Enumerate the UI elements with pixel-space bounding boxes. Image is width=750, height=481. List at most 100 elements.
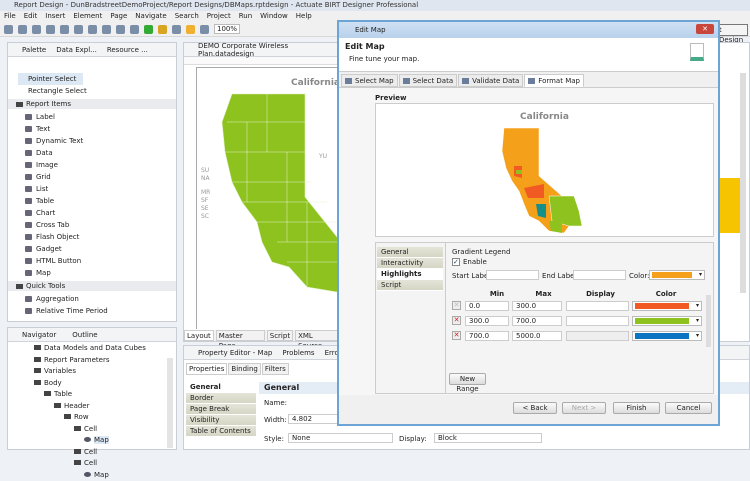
range-color-picker[interactable]: ▾ (632, 301, 702, 311)
tab-outline[interactable]: Outline (66, 331, 97, 339)
menu-help[interactable]: Help (296, 11, 312, 22)
outline-node[interactable]: Table (8, 389, 176, 401)
range-color-picker[interactable]: ▾ (632, 331, 702, 341)
palette-item-grid[interactable]: Grid (8, 171, 176, 183)
menu-project[interactable]: Project (207, 11, 231, 22)
delete-range-icon[interactable]: ✕ (452, 301, 461, 310)
save-icon[interactable] (18, 25, 27, 34)
tab-data-explorer[interactable]: Data Expl... (56, 46, 97, 54)
quick-tool-relative-time-period[interactable]: Relative Time Period (8, 305, 176, 317)
tab-resource[interactable]: Resource ... (107, 46, 148, 54)
quick-tools-drawer[interactable]: Quick Tools (8, 281, 176, 291)
tab-navigator[interactable]: Navigator (12, 331, 56, 339)
range-min-input[interactable]: 300.0 (465, 316, 509, 326)
palette-item-list[interactable]: List (8, 183, 176, 195)
outline-node[interactable]: Cell (8, 447, 176, 459)
outline-scrollbar[interactable] (167, 358, 173, 448)
menu-page[interactable]: Page (110, 11, 127, 22)
tab-properties[interactable]: Properties (186, 363, 227, 375)
tab-property-editor[interactable]: Property Editor - Map (188, 349, 272, 357)
zoom-level[interactable]: 100% (214, 24, 240, 34)
report-design-button[interactable]: t Design (716, 24, 748, 36)
side-highlights[interactable]: Highlights (377, 269, 443, 280)
run-icon[interactable] (144, 25, 153, 34)
palette-item-image[interactable]: Image (8, 159, 176, 171)
outline-node[interactable]: Data Models and Data Cubes (8, 343, 176, 355)
redo-icon[interactable] (74, 25, 83, 34)
tab-validate-data[interactable]: Validate Data (458, 74, 523, 87)
tab-master-page[interactable]: Master Page (216, 330, 265, 341)
tab-filters[interactable]: Filters (262, 363, 289, 375)
outline-node[interactable]: Map (8, 470, 176, 481)
side-script[interactable]: Script (377, 280, 443, 291)
outline-node[interactable]: Cell (8, 458, 176, 470)
tab-palette[interactable]: Palette (12, 46, 46, 54)
category-page-break[interactable]: Page Break (186, 404, 256, 415)
outline-node[interactable]: Variables (8, 366, 176, 378)
range-max-input[interactable]: 5000.0 (512, 331, 562, 341)
range-max-input[interactable]: 300.0 (512, 301, 562, 311)
style-select[interactable]: None (288, 433, 393, 443)
palette-item-data[interactable]: Data (8, 147, 176, 159)
outline-node[interactable]: Body (8, 378, 176, 390)
outline-node[interactable]: Header (8, 401, 176, 413)
california-map[interactable] (197, 92, 347, 302)
editor-scrollbar[interactable] (740, 73, 746, 293)
back-button[interactable]: < Back (513, 402, 557, 414)
menu-file[interactable]: File (4, 11, 16, 22)
category-border[interactable]: Border (186, 393, 256, 404)
side-interactivity[interactable]: Interactivity (377, 258, 443, 269)
outline-node[interactable]: Row (8, 412, 176, 424)
undo-icon[interactable] (60, 25, 69, 34)
tab-xml-source[interactable]: XML Source (295, 330, 342, 341)
range-min-input[interactable]: 700.0 (465, 331, 509, 341)
side-general[interactable]: General (377, 247, 443, 258)
range-display-input[interactable] (566, 316, 629, 326)
close-icon[interactable]: ✕ (696, 24, 714, 34)
pointer-select[interactable]: Pointer Select (18, 73, 83, 85)
nav-back-icon[interactable] (172, 25, 181, 34)
palette-item-table[interactable]: Table (8, 195, 176, 207)
import-icon[interactable] (102, 25, 111, 34)
menu-window[interactable]: Window (260, 11, 288, 22)
arrow-left-icon[interactable] (186, 25, 195, 34)
delete-range-icon[interactable]: ✕ (452, 331, 461, 340)
quick-tool-aggregation[interactable]: Aggregation (8, 293, 176, 305)
outline-node[interactable]: Cell (8, 424, 176, 436)
palette-item-label[interactable]: Label (8, 111, 176, 123)
category-table-of-contents[interactable]: Table of Contents (186, 426, 256, 437)
report-items-drawer[interactable]: Report Items (8, 99, 176, 109)
range-display-input[interactable] (566, 331, 629, 341)
rectangle-select[interactable]: Rectangle Select (8, 85, 176, 97)
new-icon[interactable] (4, 25, 13, 34)
export-icon[interactable] (116, 25, 125, 34)
cancel-button[interactable]: Cancel (665, 402, 712, 414)
arrow-right-icon[interactable] (200, 25, 209, 34)
tab-binding[interactable]: Binding (228, 363, 260, 375)
preview-icon[interactable] (130, 25, 139, 34)
next-button[interactable]: Next > (562, 402, 606, 414)
ranges-scrollbar[interactable] (706, 295, 711, 347)
report-canvas[interactable]: California SUNAMRSFSESC YU (196, 67, 346, 329)
width-input[interactable]: 4.802 (288, 414, 338, 424)
palette-item-chart[interactable]: Chart (8, 207, 176, 219)
range-display-input[interactable] (566, 301, 629, 311)
tab-layout[interactable]: Layout (184, 330, 214, 341)
start-label-input[interactable] (486, 270, 539, 280)
outline-node[interactable]: Map (8, 435, 176, 447)
palette-item-flash-object[interactable]: Flash Object (8, 231, 176, 243)
tab-select-map[interactable]: Select Map (341, 74, 398, 87)
menu-run[interactable]: Run (239, 11, 252, 22)
print-icon[interactable] (46, 25, 55, 34)
gradient-color-picker[interactable]: ▾ (649, 270, 705, 280)
finish-button[interactable]: Finish (613, 402, 660, 414)
menu-insert[interactable]: Insert (45, 11, 65, 22)
menu-search[interactable]: Search (175, 11, 199, 22)
range-color-picker[interactable]: ▾ (632, 316, 702, 326)
palette-item-map[interactable]: Map (8, 267, 176, 279)
new-range-button[interactable]: New Range (449, 373, 486, 385)
tab-script[interactable]: Script (267, 330, 293, 341)
delete-range-icon[interactable]: ✕ (452, 316, 461, 325)
category-general[interactable]: General (186, 382, 256, 393)
outline-node[interactable]: Report Parameters (8, 355, 176, 367)
